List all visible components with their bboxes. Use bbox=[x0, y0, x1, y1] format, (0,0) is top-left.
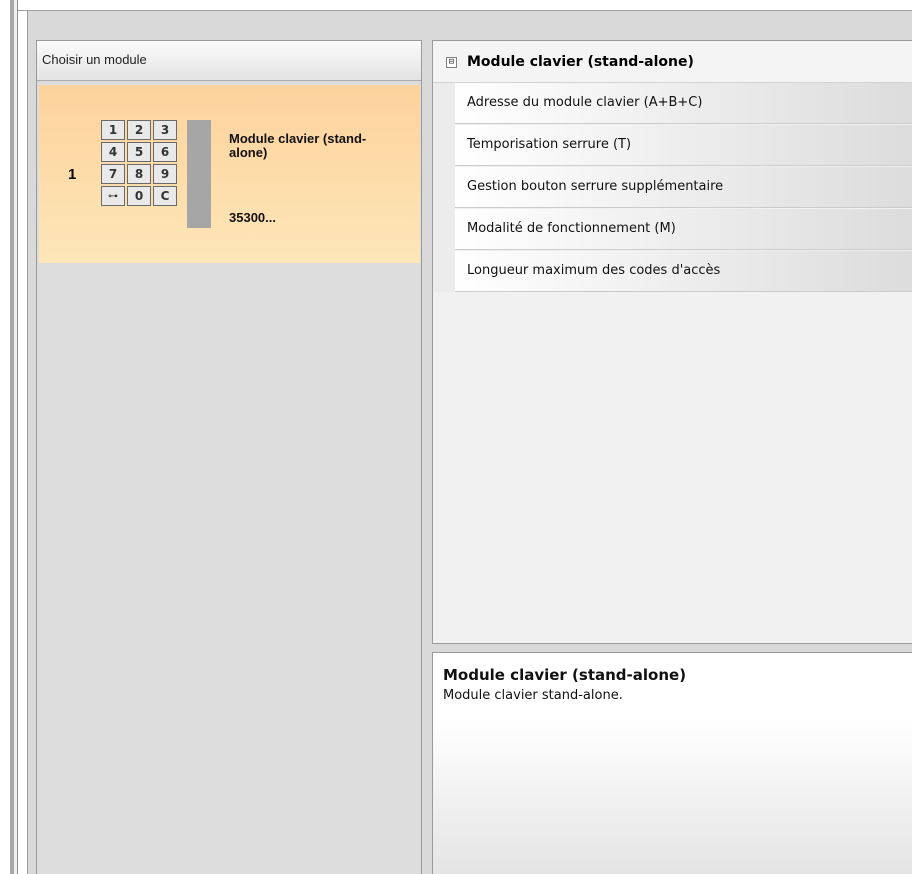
property-grid: ⊟ Module clavier (stand-alone) Adresse d… bbox=[432, 40, 912, 644]
keypad-key: 7 bbox=[101, 164, 125, 184]
collapse-icon[interactable]: ⊟ bbox=[446, 57, 457, 68]
keypad-side-panel bbox=[187, 120, 211, 228]
keypad-key: 4 bbox=[101, 142, 125, 162]
description-title: Module clavier (stand-alone) bbox=[443, 666, 687, 684]
module-index: 1 bbox=[68, 166, 77, 183]
module-card[interactable]: 1 1 2 3 4 5 6 7 8 9 ⊶ 0 C Module clavier (stand-alo… bbox=[39, 85, 420, 263]
keypad-key: 5 bbox=[127, 142, 151, 162]
keypad-module-icon: 1 2 3 4 5 6 7 8 9 ⊶ 0 C bbox=[101, 120, 213, 230]
property-row-temporisation[interactable]: Temporisation serrure (T) bbox=[455, 125, 912, 166]
property-label: Adresse du module clavier (A+B+C) bbox=[467, 95, 703, 110]
top-bar bbox=[18, 0, 912, 11]
keypad-key: 2 bbox=[127, 120, 151, 140]
keypad-key: 8 bbox=[127, 164, 151, 184]
keypad-key: 6 bbox=[153, 142, 177, 162]
keypad-grid: 1 2 3 4 5 6 7 8 9 ⊶ 0 C bbox=[101, 120, 181, 206]
property-row-longueur[interactable]: Longueur maximum des codes d'accès bbox=[455, 251, 912, 292]
description-panel: Module clavier (stand-alone) Module clav… bbox=[432, 652, 912, 874]
keypad-key: 0 bbox=[127, 186, 151, 206]
property-row-modalite[interactable]: Modalité de fonctionnement (M) bbox=[455, 209, 912, 250]
keypad-key: 1 bbox=[101, 120, 125, 140]
property-label: Longueur maximum des codes d'accès bbox=[467, 263, 721, 278]
keypad-key: 3 bbox=[153, 120, 177, 140]
property-label: Modalité de fonctionnement (M) bbox=[467, 221, 676, 236]
module-chooser-header: Choisir un module bbox=[37, 41, 421, 81]
property-grid-gutter bbox=[433, 83, 455, 292]
property-label: Temporisation serrure (T) bbox=[467, 137, 632, 152]
property-label: Gestion bouton serrure supplémentaire bbox=[467, 179, 724, 194]
property-row-gestion-bouton[interactable]: Gestion bouton serrure supplémentaire bbox=[455, 167, 912, 208]
key-lock-icon: ⊶ bbox=[101, 186, 125, 206]
property-row-adresse[interactable]: Adresse du module clavier (A+B+C) bbox=[455, 83, 912, 124]
property-category-label: Module clavier (stand-alone) bbox=[467, 54, 694, 70]
property-category-row[interactable]: ⊟ Module clavier (stand-alone) bbox=[433, 41, 912, 83]
module-code: 35300... bbox=[229, 210, 276, 225]
keypad-key: C bbox=[153, 186, 177, 206]
description-text: Module clavier stand-alone. bbox=[443, 688, 623, 703]
module-chooser-panel: Choisir un module 1 1 2 3 4 5 6 7 8 9 ⊶ 0 C Module … bbox=[36, 40, 422, 874]
keypad-key: 9 bbox=[153, 164, 177, 184]
module-name: Module clavier (stand-alone) bbox=[229, 131, 367, 160]
window-border-shadow bbox=[17, 0, 18, 874]
